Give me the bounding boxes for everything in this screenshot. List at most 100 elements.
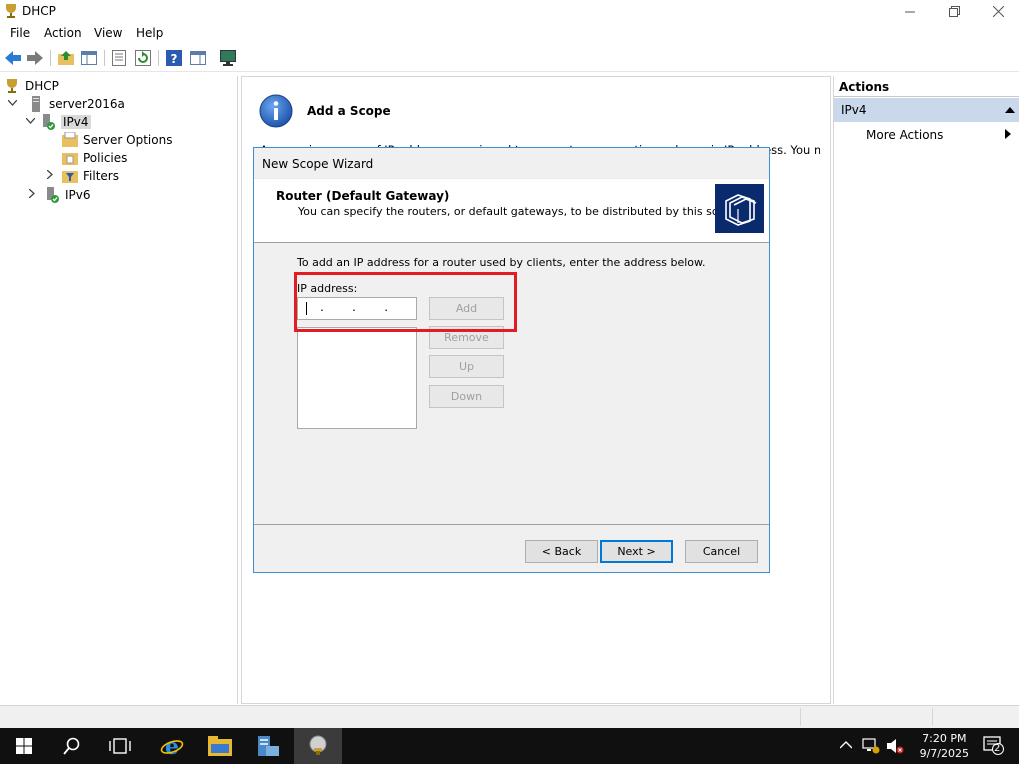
back-button[interactable]: < Back [525, 540, 598, 563]
add-button[interactable]: Add [429, 297, 504, 320]
volume-muted-icon[interactable] [886, 738, 904, 757]
show-hide-tree-icon[interactable] [80, 49, 98, 67]
server-options-icon [62, 131, 78, 148]
more-actions-item[interactable]: More Actions [866, 128, 943, 142]
minimize-button[interactable] [887, 0, 933, 23]
chevron-down-icon[interactable] [6, 99, 18, 109]
search-icon[interactable] [48, 728, 96, 764]
help-icon[interactable]: ? [165, 49, 183, 67]
filters-icon [62, 168, 78, 184]
tree-item-dhcp[interactable]: DHCP [4, 77, 59, 95]
taskbar: e 7:20 PM 9/7/2025 2 [0, 728, 1019, 764]
window-title: DHCP [22, 4, 56, 18]
dhcp-taskbar-icon[interactable] [294, 728, 342, 764]
dhcp-app-icon [4, 3, 18, 19]
tree-label: Policies [83, 151, 128, 165]
tree-item-policies[interactable]: Policies [62, 149, 127, 167]
down-button[interactable]: Down [429, 385, 504, 408]
close-button[interactable] [975, 0, 1019, 23]
info-icon [259, 94, 293, 131]
ip-octet-separator: . [351, 303, 358, 314]
dialog-title: New Scope Wizard [262, 157, 374, 171]
ip-address-field[interactable]: . . . [297, 297, 417, 320]
actions-group-label: IPv4 [841, 103, 867, 117]
tree-label: IPv6 [65, 188, 91, 202]
tree-item-filters[interactable]: Filters [44, 167, 119, 185]
server-manager-icon[interactable] [244, 728, 292, 764]
tree-label: IPv4 [61, 115, 91, 129]
ipv4-icon [40, 114, 56, 130]
tree-item-ipv6[interactable]: IPv6 [26, 186, 91, 204]
footer-divider [254, 524, 769, 525]
tree-label: Server Options [83, 133, 173, 147]
restore-button[interactable] [931, 0, 977, 23]
instruction-text: To add an IP address for a router used b… [297, 256, 706, 269]
actions-title: Actions [834, 76, 1019, 97]
remove-button[interactable]: Remove [429, 326, 504, 349]
ip-octet-separator: . [383, 303, 390, 314]
policies-icon [62, 150, 78, 166]
tree-item-server-options[interactable]: Server Options [62, 131, 172, 149]
show-hidden-icons-chevron-icon[interactable] [839, 738, 853, 752]
start-windows-icon[interactable] [0, 728, 48, 764]
chevron-right-icon[interactable] [26, 188, 38, 201]
chevron-right-icon[interactable] [44, 169, 56, 182]
taskbar-clock[interactable]: 7:20 PM 9/7/2025 [920, 731, 969, 761]
task-view-icon[interactable] [96, 728, 144, 764]
tree-item-ipv4[interactable]: IPv4 [24, 113, 91, 131]
toolbar: ? [0, 44, 1019, 72]
status-cell [932, 708, 1019, 726]
status-cell [800, 708, 932, 726]
menu-help[interactable]: Help [136, 26, 163, 40]
title-bar: DHCP [0, 0, 1019, 23]
ip-address-label: IP address: [297, 282, 358, 295]
submenu-arrow-icon[interactable] [1005, 129, 1011, 142]
menu-action[interactable]: Action [44, 26, 82, 40]
file-explorer-icon[interactable] [196, 728, 244, 764]
svg-text:e: e [165, 734, 179, 758]
server-icon [28, 96, 44, 112]
refresh-icon[interactable] [134, 49, 152, 67]
step-title: Router (Default Gateway) [276, 189, 450, 203]
forward-arrow-icon[interactable] [26, 49, 44, 67]
notification-center-icon[interactable]: 2 [983, 736, 1005, 759]
action-pane-icon[interactable] [189, 49, 207, 67]
internet-explorer-icon[interactable]: e [148, 728, 196, 764]
actions-group-ipv4[interactable]: IPv4 [834, 98, 1019, 122]
clock-date: 9/7/2025 [919, 747, 969, 760]
router-address-list[interactable] [297, 327, 417, 429]
back-arrow-icon[interactable] [4, 49, 22, 67]
text-caret [306, 302, 307, 315]
clock-time: 7:20 PM [922, 732, 967, 745]
tree-label: Filters [83, 169, 119, 183]
menu-file[interactable]: File [10, 26, 30, 40]
notification-count-badge: 2 [994, 743, 1001, 754]
new-scope-wizard-dialog: New Scope Wizard Router (Default Gateway… [253, 147, 770, 573]
menu-view[interactable]: View [94, 26, 122, 40]
collapse-up-icon[interactable] [1005, 105, 1015, 116]
tree-item-server2016a[interactable]: server2016a [6, 95, 125, 113]
toolbar-separator [104, 50, 105, 66]
step-description: You can specify the routers, or default … [298, 205, 742, 218]
ipv6-icon [44, 187, 60, 203]
tree-label: DHCP [25, 79, 59, 93]
up-button[interactable]: Up [429, 355, 504, 378]
properties-icon[interactable] [110, 49, 128, 67]
tree-label: server2016a [49, 97, 125, 111]
wizard-header: Router (Default Gateway) You can specify… [254, 178, 769, 243]
console-tree: DHCP server2016a IPv4 Server Options Pol… [0, 76, 238, 704]
status-bar [0, 705, 1019, 728]
up-folder-icon[interactable] [57, 49, 75, 67]
next-button[interactable]: Next > [600, 540, 673, 563]
ip-octet-separator: . [319, 303, 326, 314]
toolbar-separator [158, 50, 159, 66]
chevron-down-icon[interactable] [24, 117, 36, 127]
wizard-folders-icon [715, 184, 764, 233]
page-title: Add a Scope [307, 104, 391, 118]
toolbar-separator [50, 50, 51, 66]
cancel-button[interactable]: Cancel [685, 540, 758, 563]
network-icon[interactable] [862, 738, 880, 757]
menu-bar: File Action View Help [0, 23, 1019, 44]
actions-pane: Actions IPv4 More Actions [833, 76, 1019, 704]
display-statistics-icon[interactable] [219, 49, 237, 67]
